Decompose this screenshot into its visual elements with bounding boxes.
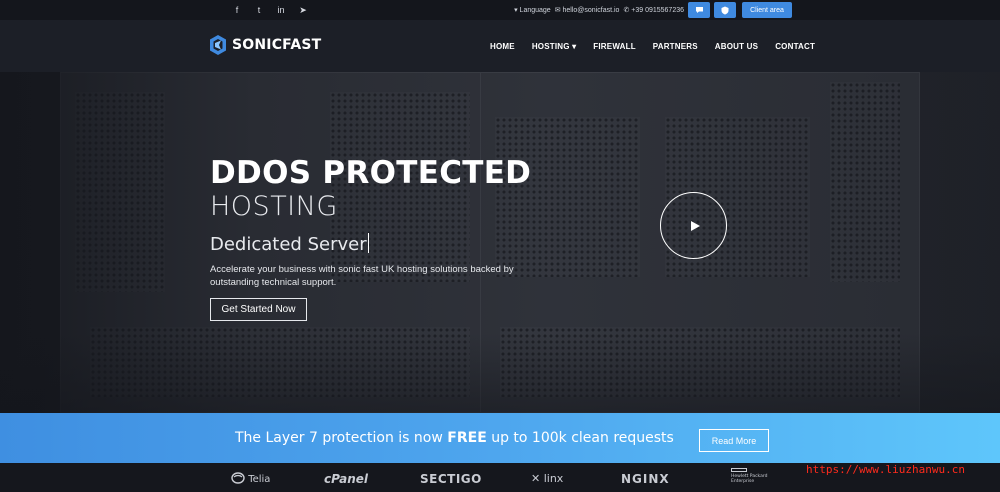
promo-text-end: up to 100k clean requests: [486, 430, 674, 446]
partner-logo-hpe: Hewlett Packard Enterprise: [731, 468, 781, 484]
get-started-button[interactable]: Get Started Now: [210, 298, 307, 321]
text-cursor: [367, 233, 369, 253]
play-icon: [691, 221, 700, 231]
nav-item-contact[interactable]: CONTACT: [775, 42, 815, 51]
read-more-button[interactable]: Read More: [699, 429, 769, 452]
nav-links: HOME HOSTING ▾ FIREWALL PARTNERS ABOUT U…: [490, 42, 815, 51]
partner-logo-telia: Telia: [231, 472, 270, 485]
hero-description: Accelerate your business with sonic fast…: [210, 264, 514, 288]
chat-icon: [695, 7, 703, 13]
promo-banner: The Layer 7 protection is now FREE up to…: [0, 413, 1000, 463]
chat-button[interactable]: [688, 2, 710, 18]
promo-text-highlight: FREE: [447, 430, 487, 446]
hero-fade: [0, 333, 1000, 413]
language-selector[interactable]: ▾ Language: [514, 6, 551, 14]
email-link[interactable]: ✉ hello@sonicfast.io: [555, 6, 620, 14]
client-area-button[interactable]: Client area: [742, 2, 792, 18]
promo-text-start: The Layer 7 protection is now: [235, 430, 448, 446]
top-bar: f t in ➤ ▾ Language ✉ hello@sonicfast.io…: [0, 0, 1000, 20]
telegram-icon[interactable]: ➤: [298, 4, 308, 16]
linx-logo-icon: ✕: [531, 472, 541, 485]
typed-text: Dedicated Server: [210, 234, 367, 255]
shield-button[interactable]: [714, 2, 736, 18]
sonicfast-logo-icon: [210, 35, 226, 55]
partner-name: Telia: [248, 474, 271, 485]
play-video-button[interactable]: [660, 192, 727, 259]
hero-typed-text: Dedicated Server: [210, 233, 369, 255]
hpe-logo-bar: [731, 468, 747, 472]
linkedin-icon[interactable]: in: [276, 4, 286, 16]
twitter-icon[interactable]: t: [254, 4, 264, 16]
partner-logo-nginx: NGINX: [621, 472, 670, 486]
nav-item-hosting[interactable]: HOSTING ▾: [532, 42, 576, 51]
main-nav: SONICFAST HOME HOSTING ▾ FIREWALL PARTNE…: [0, 20, 1000, 72]
phone-link[interactable]: ✆ +39 0915567236: [623, 6, 684, 14]
nav-item-home[interactable]: HOME: [490, 42, 515, 51]
partner-name: Hewlett Packard Enterprise: [731, 474, 768, 484]
partner-name: linx: [543, 472, 564, 485]
promo-text: The Layer 7 protection is now FREE up to…: [235, 430, 674, 446]
telia-logo-icon: [231, 472, 245, 484]
partner-logo-cpanel: cPanel: [324, 472, 369, 486]
social-links: f t in ➤: [232, 4, 308, 16]
partner-logo-sectigo: SECTIGO: [420, 472, 482, 486]
nav-item-about-us[interactable]: ABOUT US: [715, 42, 758, 51]
nav-item-firewall[interactable]: FIREWALL: [593, 42, 635, 51]
hero-title: DDOS PROTECTED: [210, 155, 532, 191]
hero-section: DDOS PROTECTED HOSTING Dedicated Server …: [0, 72, 1000, 413]
brand-logo[interactable]: SONICFAST: [209, 35, 321, 55]
shield-icon: [721, 6, 729, 14]
brand-name: SONICFAST: [232, 37, 322, 53]
hero-subtitle: HOSTING: [210, 191, 338, 222]
facebook-icon[interactable]: f: [232, 4, 242, 16]
partner-logo-linx: ✕ linx: [531, 472, 563, 485]
nav-item-partners[interactable]: PARTNERS: [653, 42, 698, 51]
top-bar-right: ▾ Language ✉ hello@sonicfast.io ✆ +39 09…: [514, 1, 792, 19]
watermark-text: https://www.liuzhanwu.cn: [806, 463, 965, 476]
